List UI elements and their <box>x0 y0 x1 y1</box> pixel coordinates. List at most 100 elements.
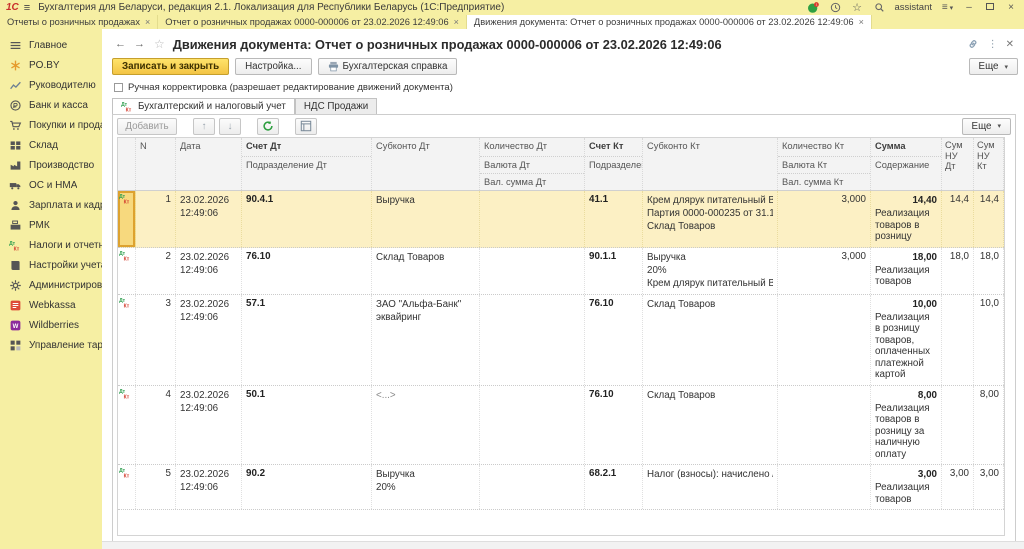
sidebar-item-tariff[interactable]: Управление тарифом <box>0 335 102 355</box>
maximize-button[interactable] <box>984 2 996 13</box>
table-row[interactable]: ДтКт 5 23.02.202612:49:06 90.2 Выручка20… <box>118 465 1004 510</box>
cell-amount[interactable]: 8,00Реализация товаров в розницу за нали… <box>871 386 942 465</box>
move-up-icon[interactable]: ↑ <box>193 118 215 135</box>
cell-quantity-kt[interactable]: 3,000 <box>778 248 871 294</box>
cell-account-dt[interactable]: 50.1 <box>242 386 372 465</box>
manual-adjustment-checkbox[interactable] <box>114 83 123 92</box>
cell-account-kt[interactable]: 68.2.1 <box>585 465 643 509</box>
table-row[interactable]: ДтКт 4 23.02.202612:49:06 50.1 <...> 76.… <box>118 386 1004 466</box>
cell-sum-nu-kt[interactable]: 14,4 <box>974 191 1004 247</box>
current-user[interactable]: assistant <box>895 2 933 13</box>
sidebar-item-webkassa[interactable]: Webkassa <box>0 295 102 315</box>
sidebar-item-dtkt[interactable]: ДтКт Налоги и отчетность <box>0 235 102 255</box>
cell-quantity-dt[interactable] <box>480 295 585 385</box>
sidebar-item-cash-register[interactable]: РМК <box>0 215 102 235</box>
refresh-icon[interactable] <box>257 118 279 135</box>
cell-sum-nu-dt[interactable] <box>942 386 974 465</box>
cell-sum-nu-kt[interactable]: 8,00 <box>974 386 1004 465</box>
sidebar-item-factory[interactable]: Производство <box>0 155 102 175</box>
move-down-icon[interactable]: ↓ <box>219 118 241 135</box>
sidebar-item-person[interactable]: Зарплата и кадры <box>0 195 102 215</box>
sidebar-item-book[interactable]: Настройки учета <box>0 255 102 275</box>
cell-account-dt[interactable]: 90.2 <box>242 465 372 509</box>
sidebar-item-wildberries[interactable]: W Wildberries <box>0 315 102 335</box>
cell-sum-nu-kt[interactable]: 10,0 <box>974 295 1004 385</box>
settings-button[interactable]: Настройка... <box>235 58 311 75</box>
cell-account-dt[interactable]: 76.10 <box>242 248 372 294</box>
cell-quantity-dt[interactable] <box>480 465 585 509</box>
cell-subkonto-dt[interactable]: Выручка20% <box>372 465 480 509</box>
add-button[interactable]: Добавить <box>117 118 177 135</box>
cell-sum-nu-kt[interactable]: 18,0 <box>974 248 1004 294</box>
cell-subkonto-kt[interactable]: Склад Товаров <box>643 386 778 465</box>
cell-quantity-kt[interactable] <box>778 465 871 509</box>
kebab-menu-icon[interactable]: ⋮ <box>988 39 998 50</box>
cell-subkonto-kt[interactable]: Крем длярук питательный BLOOM с...Партия… <box>643 191 778 247</box>
sidebar-item-warehouse[interactable]: Склад <box>0 135 102 155</box>
tab-accounting-tax[interactable]: ДтКт Бухгалтерский и налоговый учет <box>112 98 295 114</box>
cell-sum-nu-dt[interactable]: 14,4 <box>942 191 974 247</box>
cell-subkonto-kt[interactable]: Налог (взносы): начислено / уплачено <box>643 465 778 509</box>
form-more-button[interactable]: Еще▾ <box>969 58 1018 75</box>
cell-subkonto-kt[interactable]: Выручка20%Крем длярук питательный BLOOM … <box>643 248 778 294</box>
cell-account-dt[interactable]: 90.4.1 <box>242 191 372 247</box>
cell-amount[interactable]: 14,40Реализация товаров в розницу <box>871 191 942 247</box>
favorites-star-icon[interactable]: ☆ <box>851 1 864 14</box>
tab-vat-sales[interactable]: НДС Продажи <box>295 98 377 114</box>
sidebar-item-gear[interactable]: Администрирование <box>0 275 102 295</box>
cell-quantity-dt[interactable] <box>480 386 585 465</box>
cell-row-number[interactable]: 1 <box>136 191 176 247</box>
table-more-button[interactable]: Еще▾ <box>962 118 1011 135</box>
cell-quantity-dt[interactable] <box>480 191 585 247</box>
cell-row-number[interactable]: 5 <box>136 465 176 509</box>
cell-date[interactable]: 23.02.202612:49:06 <box>176 465 242 509</box>
cell-row-number[interactable]: 2 <box>136 248 176 294</box>
cell-date[interactable]: 23.02.202612:49:06 <box>176 191 242 247</box>
cell-date[interactable]: 23.02.202612:49:06 <box>176 248 242 294</box>
cell-quantity-dt[interactable] <box>480 248 585 294</box>
window-tab-1[interactable]: Отчеты о розничных продажах × <box>0 15 158 29</box>
minimize-button[interactable]: – <box>963 2 975 13</box>
cell-account-kt[interactable]: 76.10 <box>585 295 643 385</box>
table-row[interactable]: ДтКт 2 23.02.202612:49:06 76.10 Склад То… <box>118 248 1004 295</box>
table-row[interactable]: ДтКт 1 23.02.202612:49:06 90.4.1 Выручка… <box>118 191 1004 248</box>
cell-account-kt[interactable]: 41.1 <box>585 191 643 247</box>
save-and-close-button[interactable]: Записать и закрыть <box>112 58 229 75</box>
cell-quantity-kt[interactable] <box>778 295 871 385</box>
cell-account-dt[interactable]: 57.1 <box>242 295 372 385</box>
cell-account-kt[interactable]: 76.10 <box>585 386 643 465</box>
window-tab-2[interactable]: Отчет о розничных продажах 0000-000006 о… <box>158 15 467 29</box>
discussions-icon[interactable]: 1 <box>807 1 820 14</box>
close-tab-icon[interactable]: × <box>145 17 150 27</box>
cell-date[interactable]: 23.02.202612:49:06 <box>176 295 242 385</box>
cell-subkonto-kt[interactable]: Склад Товаров <box>643 295 778 385</box>
forward-arrow-icon[interactable]: → <box>133 38 146 50</box>
sidebar-item-coin[interactable]: Банк и касса <box>0 95 102 115</box>
cell-quantity-kt[interactable] <box>778 386 871 465</box>
sidebar-item-truck[interactable]: ОС и НМА <box>0 175 102 195</box>
cell-amount[interactable]: 3,00Реализация товаров <box>871 465 942 509</box>
favorite-star-icon[interactable]: ☆ <box>154 37 165 51</box>
accounting-note-button[interactable]: Бухгалтерская справка <box>318 58 458 75</box>
cell-subkonto-dt[interactable]: Склад Товаров <box>372 248 480 294</box>
cell-sum-nu-kt[interactable]: 3,00 <box>974 465 1004 509</box>
service-menu-icon[interactable]: ≡▾ <box>941 1 954 14</box>
cell-sum-nu-dt[interactable]: 3,00 <box>942 465 974 509</box>
cell-account-kt[interactable]: 90.1.1 <box>585 248 643 294</box>
close-tab-icon[interactable]: × <box>859 17 864 27</box>
cell-row-number[interactable]: 3 <box>136 295 176 385</box>
cell-date[interactable]: 23.02.202612:49:06 <box>176 386 242 465</box>
history-icon[interactable] <box>829 1 842 14</box>
cell-subkonto-dt[interactable]: ЗАО "Альфа-Банк"эквайринг <box>372 295 480 385</box>
cell-amount[interactable]: 18,00Реализация товаров <box>871 248 942 294</box>
cell-quantity-kt[interactable]: 3,000 <box>778 191 871 247</box>
cell-sum-nu-dt[interactable]: 18,0 <box>942 248 974 294</box>
search-icon[interactable] <box>873 1 886 14</box>
table-row[interactable]: ДтКт 3 23.02.202612:49:06 57.1 ЗАО "Альф… <box>118 295 1004 386</box>
cell-row-number[interactable]: 4 <box>136 386 176 465</box>
sidebar-item-menu[interactable]: Главное <box>0 35 102 55</box>
cell-sum-nu-dt[interactable] <box>942 295 974 385</box>
cell-subkonto-dt[interactable]: Выручка <box>372 191 480 247</box>
close-tab-icon[interactable]: × <box>454 17 459 27</box>
close-form-icon[interactable]: ✕ <box>1006 39 1014 50</box>
